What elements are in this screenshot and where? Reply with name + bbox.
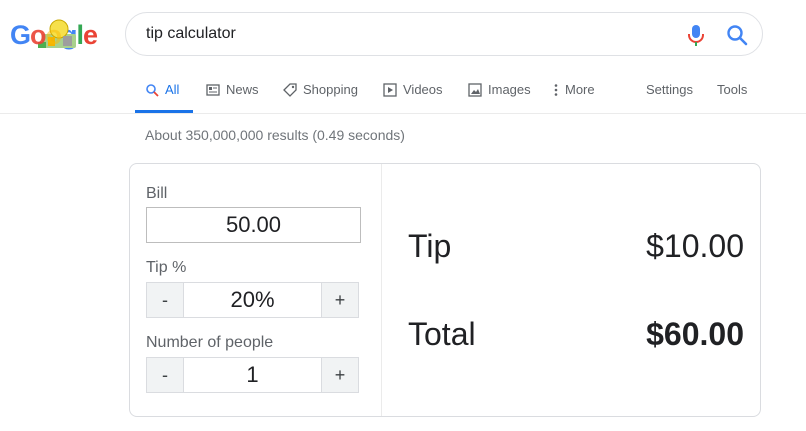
microphone-icon[interactable] <box>686 24 706 46</box>
tab-label: Settings <box>646 82 693 97</box>
tab-label: News <box>226 82 259 97</box>
people-stepper: - 1 + <box>146 357 359 393</box>
tab-settings[interactable]: Settings <box>646 78 693 112</box>
tip-percent-label: Tip % <box>146 259 187 276</box>
tip-percent-value[interactable]: 20% <box>183 283 322 317</box>
tip-calculator-card: Bill Tip % - 20% + Number of people - 1 … <box>129 163 761 417</box>
card-divider <box>381 164 382 416</box>
people-value[interactable]: 1 <box>183 358 322 392</box>
tab-label: Videos <box>403 82 443 97</box>
tab-label: Tools <box>717 82 748 97</box>
tip-result-label: Tip <box>408 228 452 264</box>
logo-letter-o2: o <box>45 20 62 50</box>
logo-letter-o: o <box>30 20 46 50</box>
dots-vertical-icon <box>554 84 558 96</box>
bill-label: Bill <box>146 185 168 202</box>
logo-letter-e: e <box>83 20 98 50</box>
tab-news[interactable]: News <box>206 78 259 112</box>
people-increment-button[interactable]: + <box>322 358 358 392</box>
tab-label: Shopping <box>303 82 358 97</box>
image-icon <box>468 83 482 97</box>
tip-result-value: $10.00 <box>646 228 744 264</box>
bill-input[interactable] <box>146 207 361 243</box>
tag-icon <box>283 83 297 97</box>
people-label: Number of people <box>146 334 274 351</box>
tab-label: More <box>565 82 595 97</box>
total-value: $60.00 <box>646 316 744 352</box>
tab-label: Images <box>488 82 531 97</box>
tab-label: All <box>165 82 180 97</box>
tab-images[interactable]: Images <box>468 78 531 112</box>
tip-percent-stepper: - 20% + <box>146 282 359 318</box>
result-stats: About 350,000,000 results (0.49 seconds) <box>145 127 405 143</box>
tab-tools[interactable]: Tools <box>717 78 747 112</box>
total-label: Total <box>408 316 476 352</box>
search-icon <box>146 84 159 97</box>
people-decrement-button[interactable]: - <box>147 358 183 392</box>
tab-all[interactable]: All <box>145 78 179 112</box>
news-icon <box>206 84 220 96</box>
search-input[interactable] <box>146 13 666 55</box>
google-logo[interactable]: Google <box>10 18 102 52</box>
play-icon <box>383 83 397 97</box>
tab-shopping[interactable]: Shopping <box>283 78 358 112</box>
tabs-divider <box>0 113 806 114</box>
tip-decrement-button[interactable]: - <box>147 283 183 317</box>
search-icon[interactable] <box>726 24 748 46</box>
search-box[interactable] <box>125 12 763 56</box>
tip-increment-button[interactable]: + <box>322 283 358 317</box>
logo-letter-g: G <box>10 20 31 50</box>
tab-more[interactable]: More <box>553 78 595 112</box>
tab-videos[interactable]: Videos <box>383 78 443 112</box>
